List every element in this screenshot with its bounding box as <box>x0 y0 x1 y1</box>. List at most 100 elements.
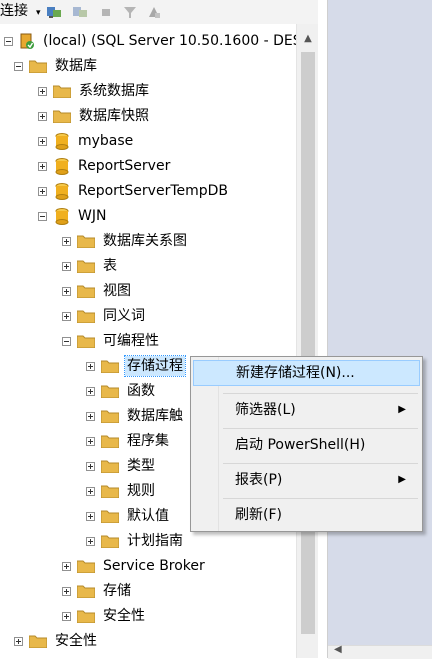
tree-label: 表 <box>103 258 117 274</box>
expand-icon[interactable] <box>86 386 95 396</box>
tree-node-stored-procedures[interactable]: 存储过程 <box>86 355 186 377</box>
connect-dropdown-icon[interactable]: ▾ <box>36 2 41 26</box>
tree-label: 类型 <box>127 458 155 474</box>
server-icon <box>20 33 34 49</box>
tree-label: 可编程性 <box>103 333 159 349</box>
tree-label: 默认值 <box>127 508 169 524</box>
folder-icon <box>29 635 47 648</box>
tree-node-defaults[interactable]: 默认值 <box>86 505 171 527</box>
tree-label: 安全性 <box>55 633 97 649</box>
scrollbar-thumb[interactable] <box>301 52 315 634</box>
tree-label: WJN <box>78 208 107 224</box>
tree-node-server[interactable]: (local) (SQL Server 10.50.1600 - DES <box>4 30 296 52</box>
pane-splitter[interactable] <box>318 0 328 658</box>
expand-icon[interactable] <box>86 436 95 446</box>
expand-icon[interactable] <box>38 111 47 121</box>
tree-node-database-snapshots[interactable]: 数据库快照 <box>38 105 151 127</box>
menu-item-label: 报表(P) <box>235 472 283 488</box>
collapse-icon[interactable] <box>62 336 71 346</box>
menu-item-refresh[interactable]: 刷新(F) <box>193 502 420 528</box>
expand-icon[interactable] <box>62 311 71 321</box>
connect-button[interactable]: 连接 <box>0 0 28 24</box>
tree-node-rules[interactable]: 规则 <box>86 480 157 502</box>
tree-node-views[interactable]: 视图 <box>62 280 133 302</box>
stop-icon[interactable] <box>98 4 114 20</box>
collapse-icon[interactable] <box>38 211 47 221</box>
tree-label: 同义词 <box>103 308 145 324</box>
expand-icon[interactable] <box>38 186 47 196</box>
menu-item-label: 刷新(F) <box>235 507 282 523</box>
expand-icon[interactable] <box>86 411 95 421</box>
tree-node-storage[interactable]: 存储 <box>62 580 133 602</box>
folder-icon <box>101 485 119 498</box>
scroll-up-icon[interactable]: ▲ <box>297 30 319 48</box>
disconnect-icon[interactable] <box>72 4 88 20</box>
collapse-icon[interactable] <box>14 61 23 71</box>
menu-item-start-powershell[interactable]: 启动 PowerShell(H) <box>193 432 420 458</box>
tree-node-types[interactable]: 类型 <box>86 455 157 477</box>
connect-object-explorer-icon[interactable] <box>46 4 62 20</box>
tree-node-service-broker[interactable]: Service Broker <box>62 555 207 577</box>
folder-icon <box>77 260 95 273</box>
expand-icon[interactable] <box>86 511 95 521</box>
expand-icon[interactable] <box>62 286 71 296</box>
tree-node-db-security[interactable]: 安全性 <box>62 605 147 627</box>
filter-icon[interactable] <box>122 4 138 20</box>
tree-node-database-triggers[interactable]: 数据库触 <box>86 405 185 427</box>
expand-icon[interactable] <box>62 586 71 596</box>
submenu-arrow-icon: ▶ <box>398 474 406 485</box>
tree-node-databases[interactable]: 数据库 <box>14 55 99 77</box>
expand-icon[interactable] <box>38 161 47 171</box>
expand-icon[interactable] <box>86 461 95 471</box>
tree-node-system-databases[interactable]: 系统数据库 <box>38 80 151 102</box>
tree-node-db-reportserver[interactable]: ReportServer <box>38 155 172 177</box>
expand-icon[interactable] <box>62 561 71 571</box>
folder-icon <box>77 335 95 348</box>
refresh-icon[interactable] <box>146 4 162 20</box>
folder-icon <box>53 85 71 98</box>
context-menu: 新建存储过程(N)... 筛选器(L) ▶ 启动 PowerShell(H) 报… <box>190 356 423 532</box>
tree-node-functions[interactable]: 函数 <box>86 380 157 402</box>
tree-label: 规则 <box>127 483 155 499</box>
tree-node-synonyms[interactable]: 同义词 <box>62 305 147 327</box>
tree-node-tables[interactable]: 表 <box>62 255 119 277</box>
menu-item-new-stored-procedure[interactable]: 新建存储过程(N)... <box>193 360 420 386</box>
tree-node-db-wjn[interactable]: WJN <box>38 205 108 227</box>
menu-item-reports[interactable]: 报表(P) ▶ <box>193 467 420 493</box>
tree-label: 函数 <box>127 383 155 399</box>
database-icon <box>55 207 69 225</box>
tree-node-assemblies[interactable]: 程序集 <box>86 430 171 452</box>
tree-label-selected: 存储过程 <box>124 355 186 377</box>
menu-item-filter[interactable]: 筛选器(L) ▶ <box>193 397 420 423</box>
tree-label: 安全性 <box>103 608 145 624</box>
expand-icon[interactable] <box>38 136 47 146</box>
menu-item-label: 筛选器(L) <box>235 402 296 418</box>
expand-icon[interactable] <box>38 86 47 96</box>
object-explorer-tree[interactable]: (local) (SQL Server 10.50.1600 - DES 数据库… <box>0 24 296 658</box>
expand-icon[interactable] <box>62 611 71 621</box>
expand-icon[interactable] <box>62 236 71 246</box>
folder-icon <box>77 285 95 298</box>
expand-icon[interactable] <box>14 636 23 646</box>
tree-node-db-reportservertempdb[interactable]: ReportServerTempDB <box>38 180 230 202</box>
tree-label: 数据库关系图 <box>103 233 187 249</box>
folder-icon <box>29 60 47 73</box>
tree-vertical-scrollbar[interactable]: ▲ <box>296 24 319 658</box>
tree-node-programmability[interactable]: 可编程性 <box>62 330 161 352</box>
collapse-icon[interactable] <box>4 36 13 46</box>
expand-icon[interactable] <box>86 361 95 371</box>
database-icon <box>55 157 69 175</box>
tree-node-server-security[interactable]: 安全性 <box>14 630 99 652</box>
scroll-left-icon[interactable]: ◀ <box>334 644 342 655</box>
object-explorer-toolbar: 连接 ▾ <box>0 0 318 25</box>
folder-icon <box>77 310 95 323</box>
horizontal-scrollbar[interactable]: ◀ <box>328 644 432 659</box>
folder-icon <box>101 435 119 448</box>
expand-icon[interactable] <box>86 486 95 496</box>
folder-icon <box>101 410 119 423</box>
tree-node-db-mybase[interactable]: mybase <box>38 130 135 152</box>
expand-icon[interactable] <box>86 536 95 546</box>
tree-node-database-diagrams[interactable]: 数据库关系图 <box>62 230 189 252</box>
tree-node-plan-guides[interactable]: 计划指南 <box>86 530 185 552</box>
expand-icon[interactable] <box>62 261 71 271</box>
